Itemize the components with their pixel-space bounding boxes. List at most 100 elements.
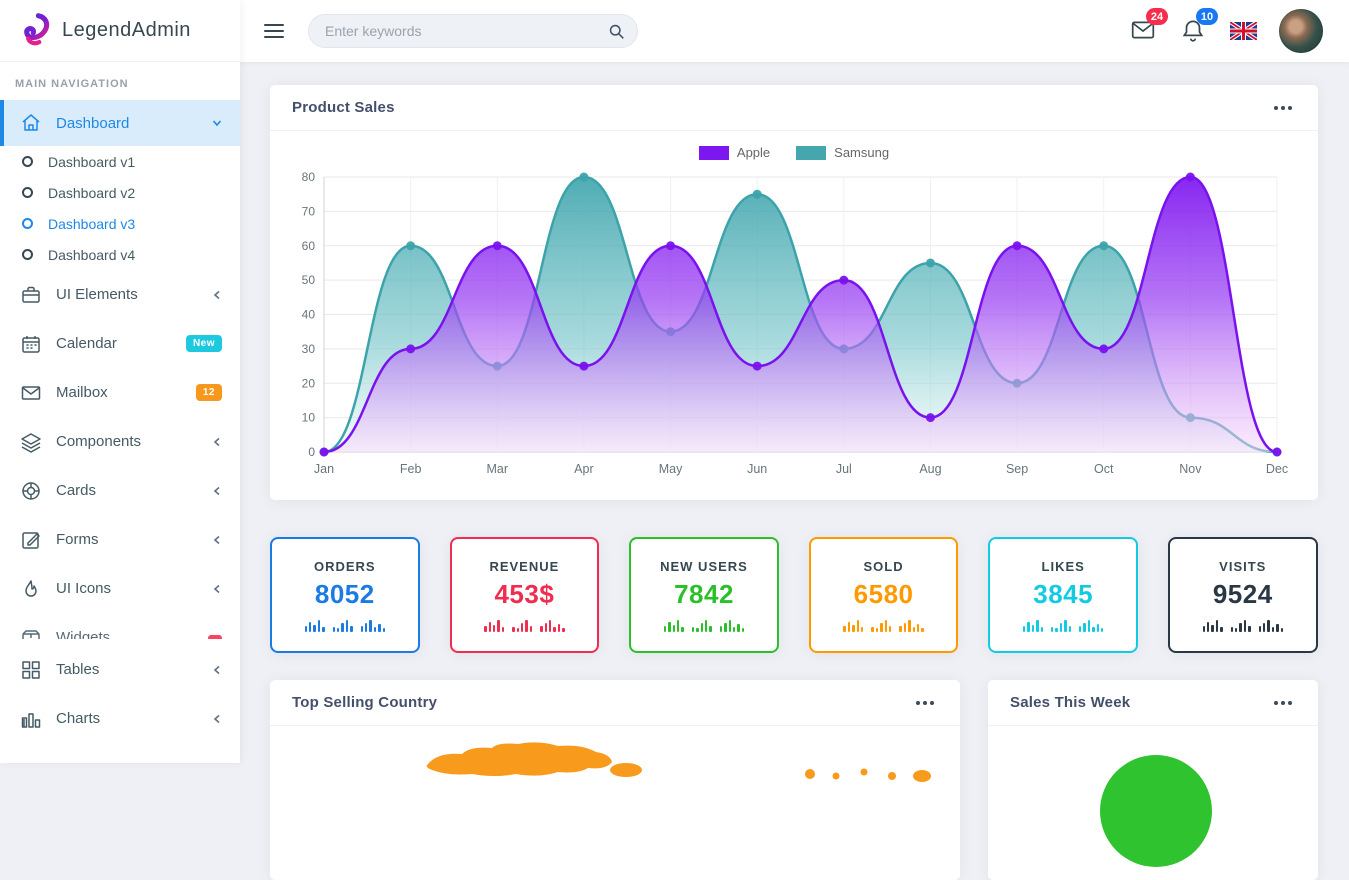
legend-item-samsung[interactable]: Samsung — [796, 145, 889, 160]
stat-card-sold[interactable]: SOLD 6580 — [809, 537, 959, 653]
world-map[interactable] — [270, 726, 960, 879]
svg-text:70: 70 — [302, 204, 316, 218]
chevron-left-icon — [212, 665, 222, 675]
search-input[interactable] — [325, 23, 608, 39]
sidebar-item-label: Cards — [56, 482, 96, 499]
wheel-icon — [20, 480, 42, 502]
search-box[interactable] — [308, 14, 638, 48]
stat-card-likes[interactable]: LIKES 3845 — [988, 537, 1138, 653]
stat-sparkline-icon — [664, 618, 744, 632]
user-avatar[interactable] — [1279, 9, 1323, 53]
sidebar-item-label: Tables — [56, 661, 99, 678]
svg-text:Aug: Aug — [919, 462, 941, 476]
sidebar-item-label: Widgets — [56, 629, 110, 639]
stat-cards-row: ORDERS 8052 REVENUE 453$ NEW USERS 7842 … — [270, 537, 1318, 653]
brand-logo-icon — [18, 12, 52, 50]
stat-sparkline-icon — [305, 618, 385, 632]
messages-button[interactable]: 24 — [1130, 17, 1158, 45]
stat-title: SOLD — [864, 559, 904, 574]
box-icon — [20, 627, 42, 640]
sidebar-item-mailbox[interactable]: Mailbox12 — [0, 368, 240, 417]
menu-toggle-icon[interactable] — [264, 20, 284, 42]
sidebar-nav: Dashboard Dashboard v1 Dashboard v2 Dash… — [0, 100, 240, 743]
sidebar-subitem-dashboard-v2[interactable]: Dashboard v2 — [0, 177, 240, 208]
sidebar-item-forms[interactable]: Forms — [0, 515, 240, 564]
svg-text:Apr: Apr — [574, 462, 593, 476]
chevron-left-icon — [212, 584, 222, 594]
svg-text:10: 10 — [302, 411, 316, 425]
sales-this-week-menu-icon[interactable] — [1270, 697, 1296, 709]
svg-text:40: 40 — [302, 308, 316, 322]
svg-text:Sep: Sep — [1006, 462, 1028, 476]
stat-sparkline-icon — [484, 618, 564, 632]
world-map-top-fragment — [270, 726, 960, 786]
bullet-ring-icon — [22, 156, 33, 167]
sidebar-item-widgets[interactable]: Widgets — [0, 613, 240, 639]
sidebar-item-label: Calendar — [56, 335, 117, 352]
flame-icon — [20, 578, 42, 600]
top-selling-country-menu-icon[interactable] — [912, 697, 938, 709]
sidebar-subitem-dashboard-v4[interactable]: Dashboard v4 — [0, 239, 240, 270]
top-bar: 24 10 — [240, 0, 1349, 62]
sidebar-item-label: UI Icons — [56, 580, 111, 597]
sidebar-subitem-dashboard-v1[interactable]: Dashboard v1 — [0, 146, 240, 177]
bar-chart-icon — [20, 708, 42, 730]
svg-text:20: 20 — [302, 376, 316, 390]
stat-title: ORDERS — [314, 559, 376, 574]
sidebar-item-components[interactable]: Components — [0, 417, 240, 466]
svg-text:Jun: Jun — [747, 462, 767, 476]
product-sales-menu-icon[interactable] — [1270, 102, 1296, 114]
top-selling-country-card: Top Selling Country — [270, 680, 960, 880]
legend-item-apple[interactable]: Apple — [699, 145, 770, 160]
bullet-ring-icon — [22, 187, 33, 198]
sidebar-item-dashboard[interactable]: Dashboard — [0, 100, 240, 146]
sidebar-item-calendar[interactable]: Calendar New — [0, 319, 240, 368]
uk-flag-icon[interactable] — [1230, 22, 1257, 40]
svg-text:Mar: Mar — [487, 462, 509, 476]
brand[interactable]: LegendAdmin — [0, 0, 240, 62]
stat-value: 8052 — [315, 579, 375, 610]
mailbox-badge: 12 — [196, 384, 222, 401]
stat-title: VISITS — [1219, 559, 1266, 574]
stat-card-new-users[interactable]: NEW USERS 7842 — [629, 537, 779, 653]
stat-card-orders[interactable]: ORDERS 8052 — [270, 537, 420, 653]
legend-swatch-icon — [796, 146, 826, 160]
calendar-badge: New — [186, 335, 222, 352]
widgets-badge — [208, 635, 222, 640]
notifications-button[interactable]: 10 — [1180, 17, 1208, 45]
sidebar-item-ui-elements[interactable]: UI Elements — [0, 270, 240, 319]
stat-value: 7842 — [674, 579, 734, 610]
sidebar-item-ui-icons[interactable]: UI Icons — [0, 564, 240, 613]
stat-card-revenue[interactable]: REVENUE 453$ — [450, 537, 600, 653]
svg-text:Nov: Nov — [1179, 462, 1202, 476]
sidebar-subitem-dashboard-v3[interactable]: Dashboard v3 — [0, 208, 240, 239]
sidebar-item-label: Charts — [56, 710, 100, 727]
svg-text:Jan: Jan — [314, 462, 334, 476]
main-content: Product Sales Apple Samsung 010203040506… — [240, 62, 1349, 763]
chart-legend: Apple Samsung — [270, 145, 1318, 160]
weekly-sales-chart[interactable] — [988, 726, 1318, 879]
search-icon[interactable] — [608, 23, 625, 40]
sidebar: LegendAdmin MAIN NAVIGATION Dashboard Da… — [0, 0, 240, 763]
sales-this-week-card: Sales This Week — [988, 680, 1318, 880]
stat-value: 9524 — [1213, 579, 1273, 610]
sidebar-item-cards[interactable]: Cards — [0, 466, 240, 515]
bottom-panels: Top Selling Country Sales T — [270, 680, 1318, 880]
sidebar-item-tables[interactable]: Tables — [0, 645, 240, 694]
svg-text:May: May — [659, 462, 683, 476]
sidebar-item-label: Dashboard — [56, 115, 129, 132]
chevron-down-icon — [212, 118, 222, 128]
layers-icon — [20, 431, 42, 453]
sidebar-item-charts[interactable]: Charts — [0, 694, 240, 743]
svg-text:0: 0 — [308, 445, 315, 459]
sidebar-item-label: Forms — [56, 531, 99, 548]
chevron-left-icon — [212, 437, 222, 447]
svg-text:60: 60 — [302, 239, 316, 253]
stat-value: 3845 — [1033, 579, 1093, 610]
svg-text:50: 50 — [302, 273, 316, 287]
sidebar-subitem-label: Dashboard v3 — [48, 216, 135, 232]
edit-icon — [20, 529, 42, 551]
sidebar-subitem-label: Dashboard v1 — [48, 154, 135, 170]
stat-card-visits[interactable]: VISITS 9524 — [1168, 537, 1318, 653]
legend-label: Samsung — [834, 145, 889, 160]
